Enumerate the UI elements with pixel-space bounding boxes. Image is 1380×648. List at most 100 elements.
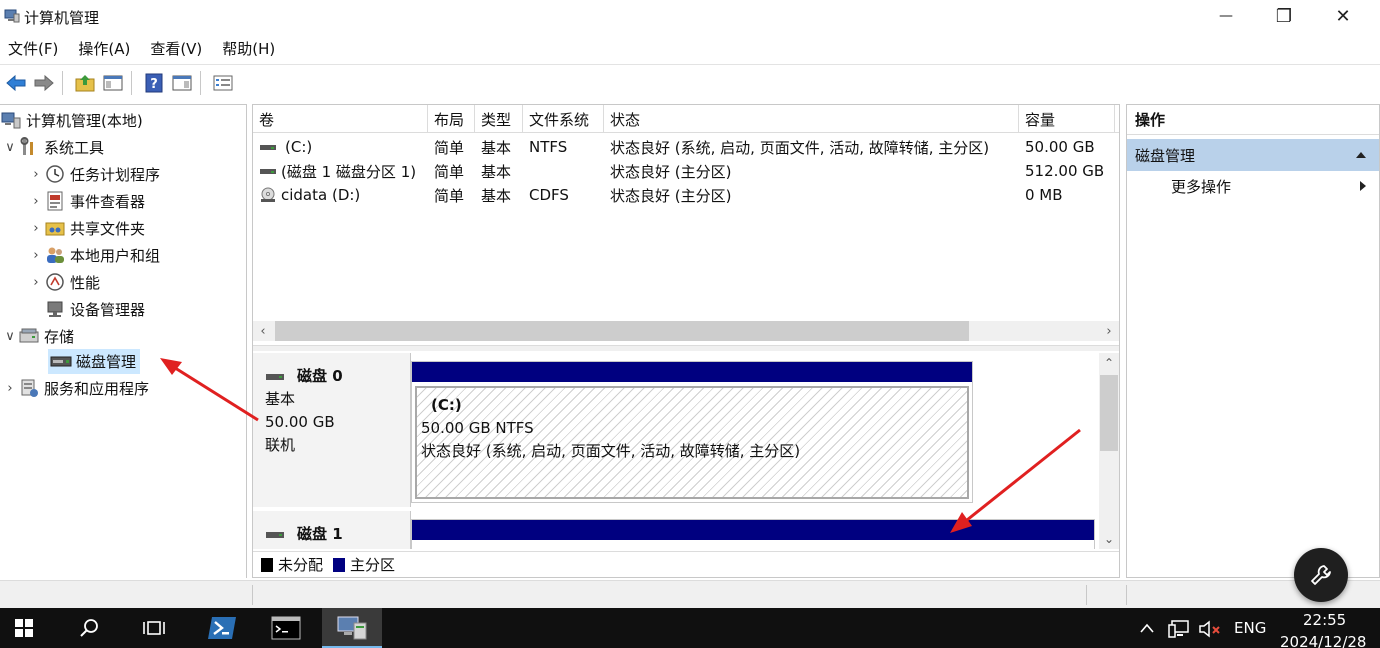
tree-label: 系统工具 bbox=[44, 138, 105, 157]
volume-row[interactable]: (C:) 简单 基本 NTFS 状态良好 (系统, 启动, 页面文件, 活动, … bbox=[253, 135, 1119, 159]
expanded-chevron-icon[interactable]: ∨ bbox=[2, 329, 18, 344]
input-language[interactable]: ENG bbox=[1234, 619, 1266, 637]
horizontal-scrollbar[interactable]: ‹ › bbox=[253, 321, 1119, 341]
actions-pane: 操作 磁盘管理 更多操作 bbox=[1126, 104, 1380, 578]
scroll-right-icon[interactable]: › bbox=[1099, 321, 1119, 341]
clock-icon bbox=[44, 164, 66, 184]
column-header-type[interactable]: 类型 bbox=[475, 105, 523, 133]
show-hide-action-icon bbox=[172, 75, 192, 90]
collapsed-chevron-icon[interactable]: › bbox=[28, 167, 44, 182]
tree-item-services-apps[interactable]: › 服务和应用程序 bbox=[2, 375, 149, 401]
collapsed-chevron-icon[interactable]: › bbox=[28, 275, 44, 290]
menu-help[interactable]: 帮助(H) bbox=[214, 38, 283, 59]
tree-item-local-users[interactable]: › 本地用户和组 bbox=[28, 242, 160, 268]
scroll-up-icon[interactable]: ⌃ bbox=[1099, 353, 1119, 373]
help-button[interactable]: ? bbox=[142, 71, 166, 95]
volume-name: (C:) bbox=[285, 138, 313, 156]
pane-splitter[interactable] bbox=[253, 345, 1119, 351]
volume-capacity: 512.00 GB bbox=[1025, 162, 1105, 180]
column-header-volume[interactable]: 卷 bbox=[253, 105, 428, 133]
computer-management-icon bbox=[337, 616, 367, 640]
window-title: 计算机管理 bbox=[24, 9, 100, 27]
taskbar-powershell[interactable] bbox=[198, 608, 246, 648]
disk-name: 磁盘 1 bbox=[297, 525, 343, 543]
status-divider bbox=[1086, 585, 1087, 605]
tree-item-system-tools[interactable]: ∨ 系统工具 bbox=[2, 134, 104, 160]
back-button[interactable] bbox=[4, 71, 28, 95]
scroll-left-icon[interactable]: ‹ bbox=[253, 321, 273, 341]
minimize-button[interactable]: — bbox=[1197, 0, 1255, 32]
tree-item-task-scheduler[interactable]: › 任务计划程序 bbox=[28, 161, 160, 187]
svg-text:?: ? bbox=[150, 77, 158, 92]
status-divider bbox=[1126, 585, 1127, 605]
search-button[interactable] bbox=[66, 608, 114, 648]
disk-0-partition-c[interactable]: (C:) 50.00 GB NTFS 状态良好 (系统, 启动, 页面文件, 活… bbox=[411, 361, 973, 503]
up-button[interactable] bbox=[73, 71, 97, 95]
menu-file[interactable]: 文件(F) bbox=[0, 38, 66, 59]
tree-item-shared-folders[interactable]: › 共享文件夹 bbox=[28, 215, 145, 241]
show-hidden-icons-icon[interactable] bbox=[1140, 623, 1154, 633]
volume-type: 基本 bbox=[481, 162, 512, 181]
actions-group-disk-management[interactable]: 磁盘管理 bbox=[1127, 139, 1379, 171]
toolbar-separator bbox=[200, 70, 201, 95]
task-view-button[interactable] bbox=[130, 608, 178, 648]
tree-label: 性能 bbox=[70, 273, 101, 292]
tree-item-storage[interactable]: ∨ 存储 bbox=[2, 323, 74, 349]
floating-tool-button[interactable] bbox=[1294, 548, 1348, 602]
collapsed-chevron-icon[interactable]: › bbox=[28, 248, 44, 263]
show-hide-tree-button[interactable] bbox=[101, 71, 125, 95]
more-actions-item[interactable]: 更多操作 bbox=[1127, 171, 1379, 201]
volume-layout: 简单 bbox=[434, 138, 465, 157]
disk-icon bbox=[266, 531, 284, 538]
taskbar-cmd[interactable] bbox=[262, 608, 310, 648]
network-icon[interactable] bbox=[1168, 619, 1190, 639]
expanded-chevron-icon[interactable]: ∨ bbox=[2, 140, 18, 155]
disk-0-label[interactable]: 磁盘 0 基本 50.00 GB 联机 bbox=[253, 353, 411, 507]
collapsed-chevron-icon[interactable]: › bbox=[2, 381, 18, 396]
scroll-down-icon[interactable]: ⌄ bbox=[1099, 529, 1119, 549]
volume-muted-icon[interactable] bbox=[1198, 619, 1222, 639]
tree-item-disk-management[interactable]: 磁盘管理 bbox=[48, 348, 141, 374]
maximize-button[interactable]: ❐ bbox=[1255, 0, 1313, 32]
vertical-scrollbar[interactable]: ⌃ ⌄ bbox=[1099, 353, 1119, 549]
volume-row[interactable]: (磁盘 1 磁盘分区 1) 简单 基本 状态良好 (主分区) 512.00 GB bbox=[253, 159, 1119, 183]
storage-icon bbox=[18, 326, 40, 346]
properties-button[interactable] bbox=[211, 71, 235, 95]
show-hide-action-pane-button[interactable] bbox=[170, 71, 194, 95]
tree-item-performance[interactable]: › 性能 bbox=[28, 269, 100, 295]
volume-drive-icon bbox=[260, 145, 276, 150]
minimize-icon: — bbox=[1219, 8, 1233, 24]
volume-name: (磁盘 1 磁盘分区 1) bbox=[281, 162, 417, 181]
volume-filesystem: CDFS bbox=[529, 186, 569, 204]
taskbar-computer-management[interactable] bbox=[322, 608, 382, 648]
tree-item-event-viewer[interactable]: › 事件查看器 bbox=[28, 188, 145, 214]
disk-1-partition[interactable] bbox=[411, 519, 1095, 549]
disk-1-label[interactable]: 磁盘 1 基 bbox=[253, 511, 411, 549]
computer-management-icon bbox=[4, 8, 20, 24]
collapsed-chevron-icon[interactable]: › bbox=[28, 194, 44, 209]
clock-date[interactable]: 2024/12/28 bbox=[1280, 633, 1366, 648]
tools-icon bbox=[18, 137, 40, 157]
collapse-up-icon[interactable] bbox=[1355, 151, 1367, 159]
vertical-scroll-thumb[interactable] bbox=[1100, 375, 1118, 451]
performance-icon bbox=[44, 272, 66, 292]
tree-item-device-manager[interactable]: 设备管理器 bbox=[44, 296, 145, 322]
horizontal-scroll-thumb[interactable] bbox=[275, 321, 969, 341]
tree-item-root[interactable]: 计算机管理(本地) bbox=[0, 107, 143, 133]
column-header-capacity[interactable]: 容量 bbox=[1019, 105, 1115, 133]
tree-label: 磁盘管理 bbox=[76, 352, 137, 371]
clock-time[interactable]: 22:55 bbox=[1303, 611, 1346, 629]
close-button[interactable]: ✕ bbox=[1314, 0, 1372, 32]
column-header-status[interactable]: 状态 bbox=[604, 105, 1019, 133]
tree-label: 共享文件夹 bbox=[70, 219, 146, 238]
actions-group-label: 磁盘管理 bbox=[1135, 146, 1196, 165]
collapsed-chevron-icon[interactable]: › bbox=[28, 221, 44, 236]
menu-view[interactable]: 查看(V) bbox=[142, 38, 210, 59]
forward-button[interactable] bbox=[32, 71, 56, 95]
menu-action[interactable]: 操作(A) bbox=[70, 38, 138, 59]
column-header-layout[interactable]: 布局 bbox=[428, 105, 475, 133]
volume-row[interactable]: cidata (D:) 简单 基本 CDFS 状态良好 (主分区) 0 MB bbox=[253, 183, 1119, 207]
tree-selection[interactable]: 磁盘管理 bbox=[48, 348, 141, 374]
start-button[interactable] bbox=[0, 608, 48, 648]
column-header-filesystem[interactable]: 文件系统 bbox=[523, 105, 604, 133]
